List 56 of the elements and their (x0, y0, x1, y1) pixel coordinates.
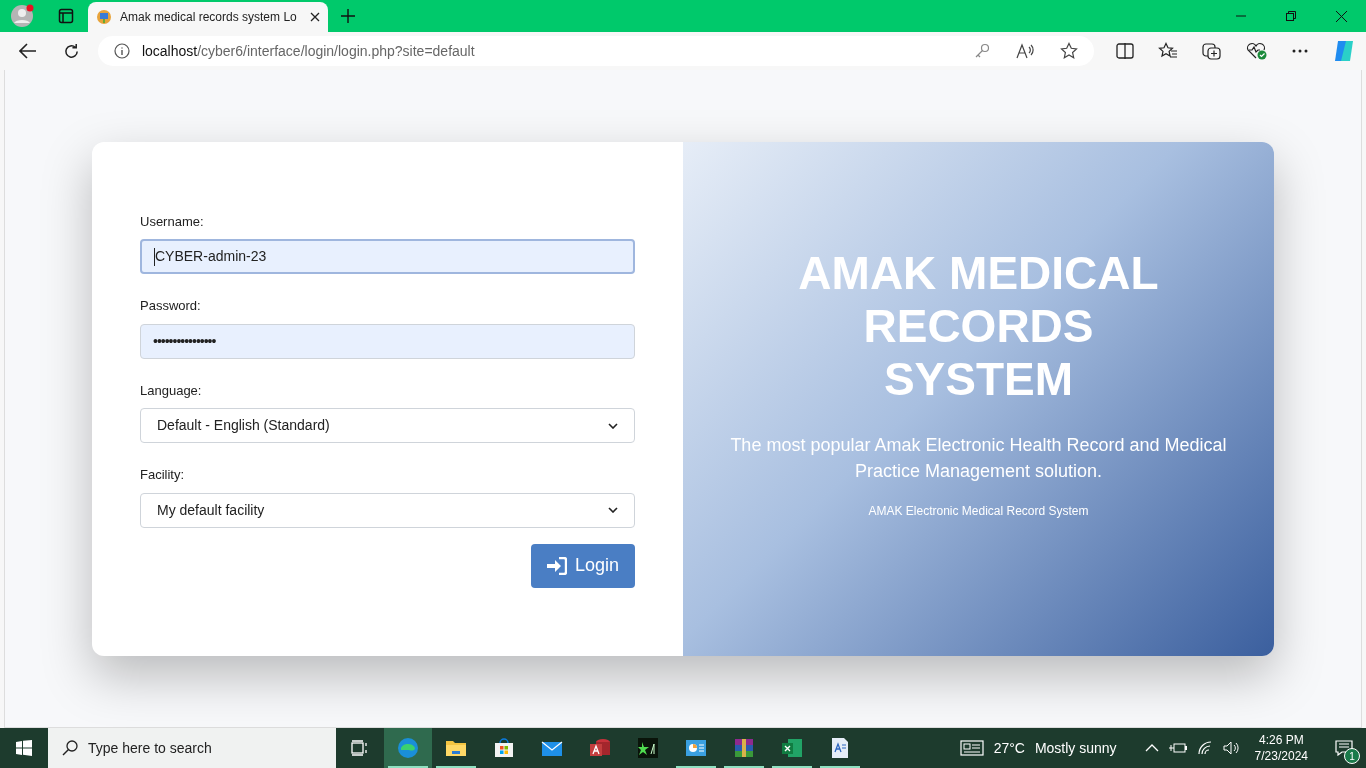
field-label: Facility: (140, 466, 186, 484)
search-icon (62, 740, 78, 756)
hero-subtitle: The most popular Amak Electronic Health Record and Medical Practice Management solution. (729, 434, 1228, 483)
clock-date[interactable]: 7/23/2024 (1254, 748, 1308, 764)
browser-tab[interactable]: Amak medical records system Lo (88, 2, 328, 32)
heart-check-icon[interactable] (1246, 42, 1268, 60)
key-icon[interactable] (974, 43, 990, 59)
hero-footer: AMAK Electronic Medical Record System (868, 502, 1089, 520)
close-icon[interactable] (310, 12, 320, 22)
username-field[interactable]: CYBER-admin-23 (140, 239, 635, 274)
field-label: Username: (140, 212, 205, 231)
refresh-icon[interactable] (63, 42, 81, 60)
sign-in-arrow-icon (546, 556, 567, 575)
back-arrow-icon[interactable] (18, 43, 37, 59)
read-aloud-icon[interactable] (1016, 43, 1034, 59)
dropdown[interactable]: My default facility (140, 492, 635, 528)
login-button[interactable]: Login (531, 543, 635, 588)
tab-title: Amak medical records system Lo (120, 9, 298, 26)
url-text: localhost/cyber6/interface/login/login.php?site=default (141, 41, 476, 61)
spreadsheet-app-icon (780, 736, 804, 760)
store-bag-icon (492, 736, 516, 760)
task-view-icon[interactable] (351, 740, 369, 756)
caret-icon (608, 422, 618, 429)
tab-actions-icon[interactable] (58, 8, 74, 24)
info-icon[interactable] (113, 43, 130, 59)
archive-books-icon (732, 736, 756, 760)
news-icon[interactable] (959, 740, 984, 756)
split-screen-icon[interactable] (1116, 43, 1134, 59)
wifi-icon[interactable] (1196, 741, 1213, 755)
restore-icon[interactable] (1286, 11, 1296, 21)
address-bar[interactable]: localhost/cyber6/interface/login/login.php?site=default (97, 36, 1094, 66)
new-tab-icon[interactable] (341, 9, 355, 23)
chevron-up-icon[interactable] (1144, 744, 1159, 752)
windows-start-icon[interactable] (16, 740, 32, 756)
password-field[interactable]: •••••••••••••••• (140, 323, 635, 359)
speaker-icon[interactable] (1222, 741, 1241, 755)
taskbar-search-field[interactable]: Type here to search (48, 728, 336, 768)
collections-icon[interactable] (1202, 42, 1222, 60)
dropdown[interactable]: Default - English (Standard) (140, 408, 635, 443)
field-label: Language: (140, 381, 203, 400)
profile-avatar-icon[interactable] (10, 4, 34, 28)
notification-count: 1 (1344, 748, 1360, 764)
favorites-icon[interactable] (1158, 42, 1178, 60)
star-terminal-icon (636, 736, 660, 760)
temperature[interactable]: 27°C (993, 737, 1025, 759)
weather-text[interactable]: Mostly sunny (1034, 737, 1117, 759)
field-label: Password: (140, 297, 202, 315)
clock-time[interactable]: 4:26 PM (1258, 732, 1304, 748)
star-icon[interactable] (1060, 42, 1078, 60)
battery-plug-icon[interactable] (1168, 742, 1187, 754)
close-window-icon[interactable] (1335, 10, 1347, 22)
browser-app-icon (396, 736, 420, 760)
hero-title: AMAK MEDICAL RECORDS SYSTEM (797, 247, 1160, 406)
site-favicon-icon (96, 9, 112, 25)
more-icon[interactable] (1292, 49, 1308, 53)
caret-icon (608, 507, 618, 513)
